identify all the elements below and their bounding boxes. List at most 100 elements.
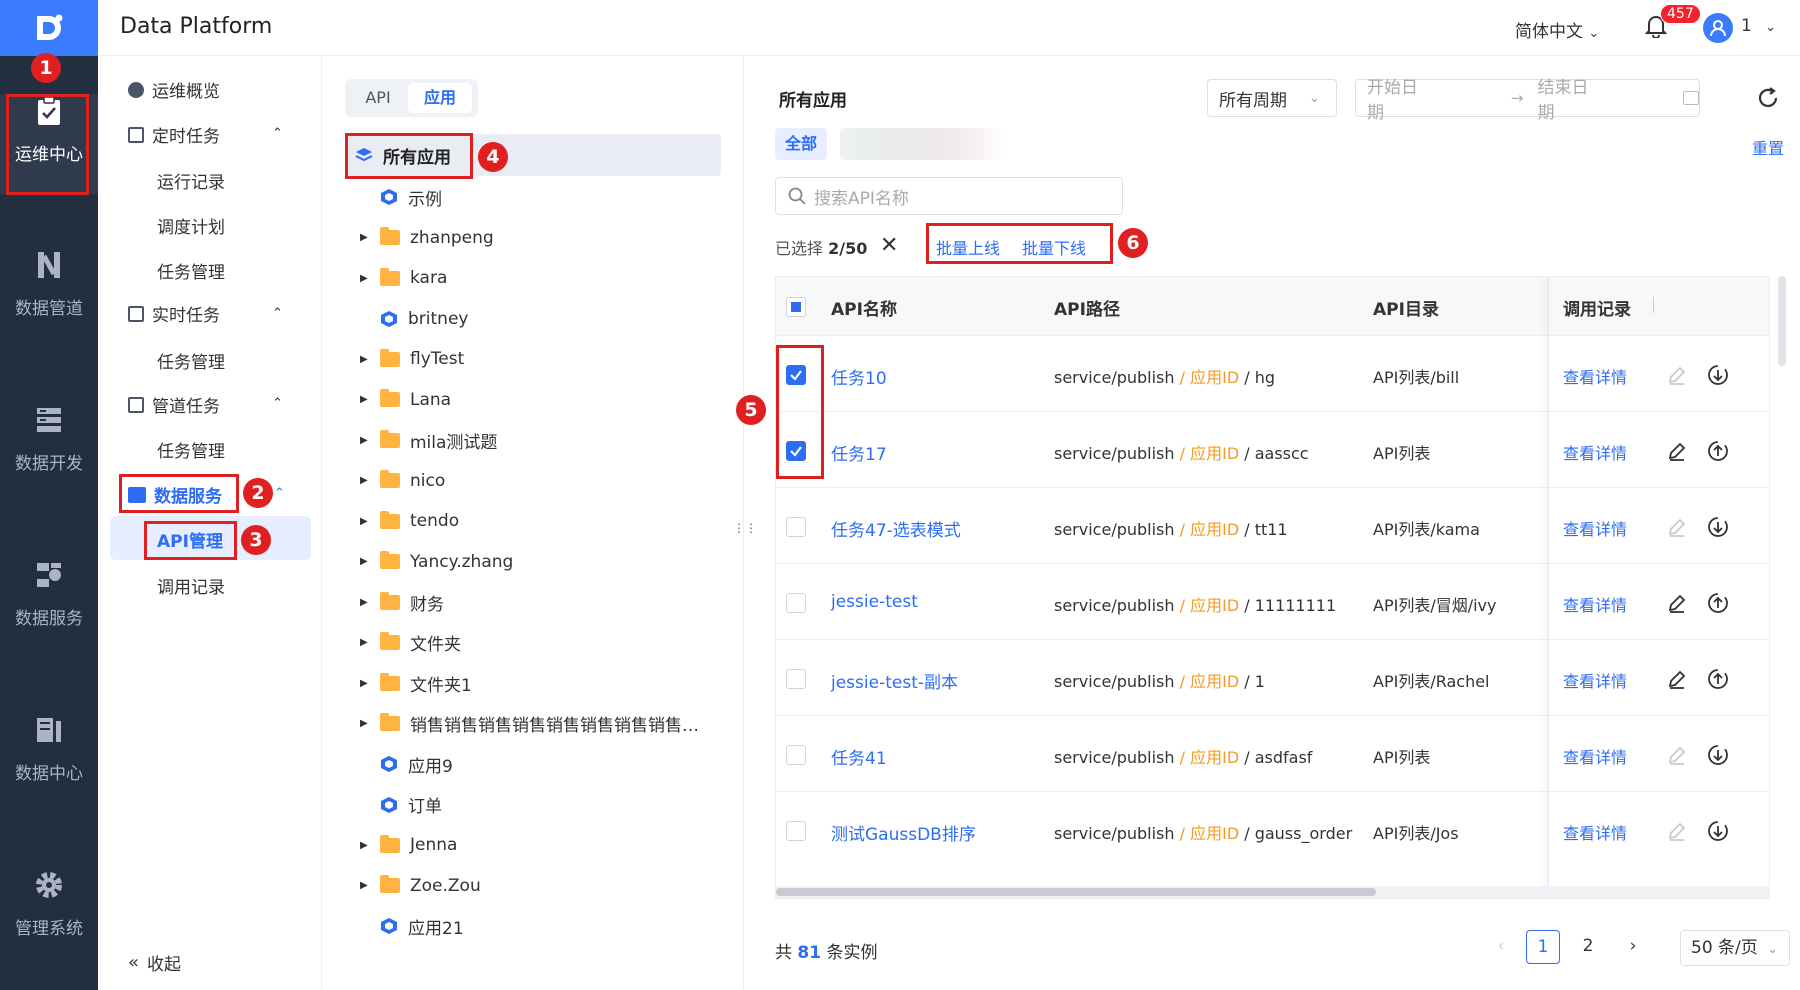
view-details-link[interactable]: 查看详情: [1563, 744, 1627, 768]
tree-item[interactable]: 订单: [360, 785, 442, 825]
upload-icon[interactable]: [1707, 592, 1729, 618]
caret-right-icon[interactable]: ▶: [360, 516, 370, 527]
reset-button[interactable]: 重置: [1752, 135, 1784, 159]
menu-schedule-plan[interactable]: 调度计划: [157, 213, 225, 238]
rail-item-2[interactable]: 数据管道: [0, 240, 98, 360]
caret-right-icon[interactable]: ▶: [360, 394, 370, 405]
tree-item[interactable]: ▶ mila测试题: [360, 420, 497, 460]
view-details-link[interactable]: 查看详情: [1563, 820, 1627, 844]
page-1[interactable]: 1: [1526, 930, 1560, 964]
date-range-picker[interactable]: 开始日期 → 结束日期: [1355, 78, 1700, 123]
rail-item-4[interactable]: 数据服务: [0, 550, 98, 670]
tree-item[interactable]: ▶ Zoe.Zou: [360, 866, 481, 906]
avatar[interactable]: [1703, 13, 1733, 43]
tree-item[interactable]: 示例: [360, 177, 442, 217]
edit-icon[interactable]: [1667, 365, 1687, 389]
view-details-link[interactable]: 查看详情: [1563, 668, 1627, 692]
end-date-input[interactable]: 结束日期: [1538, 73, 1604, 123]
api-name-link[interactable]: 任务10: [831, 364, 887, 389]
tree-item[interactable]: ▶ 文件夹: [360, 623, 461, 663]
tree-item[interactable]: 应用9: [360, 744, 453, 784]
tree-item[interactable]: ▶ Jenna: [360, 825, 457, 865]
tree-item[interactable]: ▶ 财务: [360, 582, 444, 622]
row-checkbox[interactable]: [786, 669, 806, 689]
row-checkbox[interactable]: [786, 821, 806, 841]
tab-api[interactable]: API: [352, 83, 404, 113]
col-header-path[interactable]: API路径: [1054, 295, 1120, 320]
search-input[interactable]: 搜索API名称: [775, 177, 1123, 215]
language-select[interactable]: 简体中文 ⌄: [1515, 17, 1599, 42]
caret-right-icon[interactable]: ▶: [360, 475, 370, 486]
collapse-button[interactable]: « 收起: [128, 950, 181, 975]
view-details-link[interactable]: 查看详情: [1563, 592, 1627, 616]
row-checkbox[interactable]: [786, 745, 806, 765]
view-details-link[interactable]: 查看详情: [1563, 364, 1627, 388]
rail-item-6[interactable]: 管理系统: [0, 860, 98, 980]
caret-right-icon[interactable]: ▶: [360, 718, 370, 729]
chevron-up-icon[interactable]: ⌃: [274, 486, 285, 501]
clear-selection-icon[interactable]: ✕: [880, 233, 898, 258]
tree-item[interactable]: 应用21: [360, 906, 464, 946]
edit-icon[interactable]: [1667, 441, 1687, 465]
menu-pipeline-tasks[interactable]: 管道任务: [128, 392, 220, 417]
prev-page-button[interactable]: ‹: [1484, 930, 1518, 964]
api-name-link[interactable]: 任务17: [831, 440, 887, 465]
page-size-select[interactable]: 50 条/页 ⌄: [1680, 930, 1790, 966]
menu-run-records[interactable]: 运行记录: [157, 168, 225, 193]
user-menu[interactable]: 1 ⌄: [1741, 16, 1776, 36]
start-date-input[interactable]: 开始日期: [1367, 73, 1433, 123]
edit-icon[interactable]: [1667, 593, 1687, 617]
menu-call-records[interactable]: 调用记录: [157, 573, 225, 598]
chevron-up-icon[interactable]: ⌃: [272, 306, 283, 321]
api-name-link[interactable]: 测试GaussDB排序: [831, 820, 976, 845]
menu-task-management[interactable]: 任务管理: [157, 348, 225, 373]
vertical-scrollbar[interactable]: [1778, 276, 1786, 366]
tree-item[interactable]: ▶ nico: [360, 461, 445, 501]
tab-app[interactable]: 应用: [408, 83, 472, 113]
caret-right-icon[interactable]: ▶: [360, 880, 370, 891]
api-name-link[interactable]: jessie-test: [831, 592, 918, 612]
col-header-dir[interactable]: API目录: [1373, 295, 1439, 320]
tree-item[interactable]: ▶ tendo: [360, 501, 459, 541]
app-logo[interactable]: [0, 0, 98, 56]
caret-right-icon[interactable]: ▶: [360, 435, 370, 446]
next-page-button[interactable]: ›: [1616, 930, 1650, 964]
upload-icon[interactable]: [1707, 440, 1729, 466]
menu-task-management[interactable]: 任务管理: [157, 258, 225, 283]
menu-realtime-tasks[interactable]: 实时任务: [128, 301, 220, 326]
upload-icon[interactable]: [1707, 668, 1729, 694]
rail-item-5[interactable]: 数据中心: [0, 705, 98, 825]
api-name-link[interactable]: 任务47-选表模式: [831, 516, 961, 541]
edit-icon[interactable]: [1667, 517, 1687, 541]
filter-all-button[interactable]: 全部: [775, 128, 827, 160]
tree-item[interactable]: ▶ kara: [360, 258, 447, 298]
edit-icon[interactable]: [1667, 745, 1687, 769]
caret-right-icon[interactable]: ▶: [360, 232, 370, 243]
caret-right-icon[interactable]: ▶: [360, 556, 370, 567]
download-icon[interactable]: [1707, 820, 1729, 846]
tree-item[interactable]: ▶ 销售销售销售销售销售销售销售销售…: [360, 704, 699, 744]
col-header-calls[interactable]: 调用记录: [1563, 295, 1631, 320]
tree-item[interactable]: ▶ flyTest: [360, 339, 464, 379]
menu-task-management[interactable]: 任务管理: [157, 437, 225, 462]
horizontal-scrollbar[interactable]: [776, 886, 1769, 898]
view-details-link[interactable]: 查看详情: [1563, 516, 1627, 540]
period-select[interactable]: 所有周期 ⌄: [1207, 79, 1337, 117]
caret-right-icon[interactable]: ▶: [360, 678, 370, 689]
edit-icon[interactable]: [1667, 821, 1687, 845]
caret-right-icon[interactable]: ▶: [360, 637, 370, 648]
caret-right-icon[interactable]: ▶: [360, 354, 370, 365]
rail-item-3[interactable]: 数据开发: [0, 395, 98, 515]
caret-right-icon[interactable]: ▶: [360, 840, 370, 851]
page-2[interactable]: 2: [1571, 930, 1605, 964]
tree-item[interactable]: ▶ zhanpeng: [360, 218, 494, 258]
menu-overview[interactable]: 运维概览: [128, 77, 220, 102]
menu-scheduled-tasks[interactable]: 定时任务: [128, 122, 220, 147]
refresh-icon[interactable]: [1756, 86, 1780, 114]
tree-item[interactable]: ▶ Lana: [360, 380, 451, 420]
chevron-up-icon[interactable]: ⌃: [272, 396, 283, 411]
view-details-link[interactable]: 查看详情: [1563, 440, 1627, 464]
edit-icon[interactable]: [1667, 669, 1687, 693]
download-icon[interactable]: [1707, 516, 1729, 542]
tree-item[interactable]: britney: [360, 299, 468, 339]
